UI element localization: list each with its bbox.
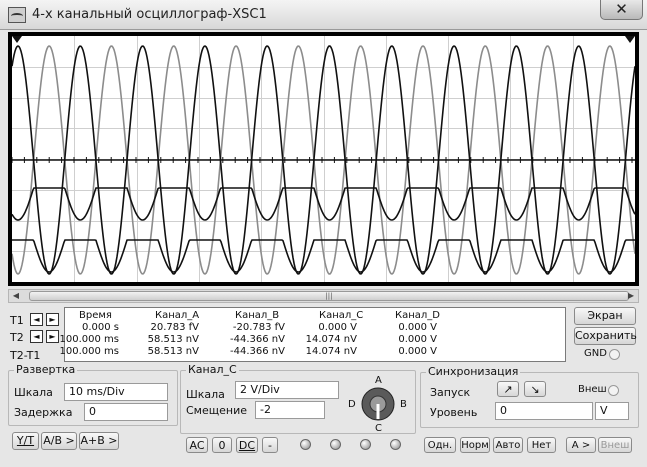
table-cell: 0.000 V — [398, 322, 437, 333]
cursor-readout-table: Время Канал_A Канал_B Канал_C Канал_D 0.… — [60, 307, 566, 362]
channel-terminal-indicator — [300, 439, 311, 450]
yt-mode-button[interactable]: Y/T — [12, 432, 39, 450]
channel-selector-knob-icon[interactable] — [360, 386, 396, 422]
offset-field[interactable]: -2 — [255, 401, 325, 419]
cursor-t1-label: T1 — [10, 314, 24, 327]
column-header-time: Время — [79, 310, 112, 321]
timebase-scale-label: Шкала — [14, 386, 53, 399]
channel-scale-label: Шкала — [186, 388, 225, 401]
close-button[interactable]: ✕ — [600, 0, 643, 20]
offset-label: Смещение — [186, 404, 247, 417]
oscilloscope-icon — [8, 7, 26, 23]
channel-terminal-indicator — [330, 439, 341, 450]
single-mode-button[interactable]: Одн. — [424, 437, 456, 453]
trigger-level-label: Уровень — [430, 406, 478, 419]
table-cell: 14.074 nV — [305, 334, 357, 345]
table-cell: 0.000 V — [398, 346, 437, 357]
scroll-thumb[interactable]: ||| — [29, 291, 629, 301]
column-header-channel-d: Канал_D — [395, 310, 440, 321]
table-cell: 100.000 ms — [59, 346, 119, 357]
oscilloscope-display — [11, 36, 636, 282]
gnd-label: GND — [584, 348, 607, 359]
channel-scale-field[interactable]: 2 V/Div — [235, 381, 339, 399]
falling-edge-button[interactable]: ↘ — [524, 381, 546, 397]
oscilloscope-screen — [11, 36, 636, 282]
grid — [12, 36, 635, 282]
trigger-start-label: Запуск — [430, 386, 471, 399]
normal-mode-button[interactable]: Норм — [460, 437, 490, 453]
cursor-t2-label: T2 — [10, 331, 24, 344]
channel-terminal-indicator — [360, 439, 371, 450]
horizontal-scrollbar[interactable]: ◀ ||| ▶ — [8, 289, 639, 303]
channel-terminal-indicator — [390, 439, 401, 450]
a-plus-b-mode-button[interactable]: A+B > — [79, 432, 119, 450]
gnd-radio[interactable] — [609, 349, 620, 360]
trigger-level-field[interactable]: 0 — [495, 402, 593, 420]
delay-label: Задержка — [14, 406, 73, 419]
delay-field[interactable]: 0 — [84, 403, 168, 421]
cursor-t2-marker-right[interactable] — [625, 36, 635, 43]
timebase-scale-field[interactable]: 10 ms/Div — [64, 383, 168, 401]
ground-coupling-button[interactable]: 0 — [212, 437, 232, 453]
external-trigger-radio[interactable] — [608, 385, 619, 396]
knob-label-c: C — [375, 423, 382, 434]
knob-label-b: B — [400, 399, 407, 410]
window-title: 4-х канальный осциллограф-XSC1 — [32, 7, 267, 22]
trigger-title: Синхронизация — [426, 365, 521, 378]
table-cell: 0.000 V — [398, 334, 437, 345]
knob-label-a: A — [375, 375, 382, 386]
center-axis — [11, 157, 635, 163]
table-cell: 20.783 fV — [150, 322, 199, 333]
save-button[interactable]: Сохранить — [574, 327, 637, 345]
external-trigger-label: Внеш — [578, 384, 607, 395]
column-header-channel-c: Канал_C — [319, 310, 364, 321]
table-cell: 0.000 s — [81, 322, 119, 333]
knob-label-d: D — [348, 399, 356, 410]
scroll-left-icon[interactable]: ◀ — [9, 290, 23, 302]
channel-title: Канал_C — [186, 363, 239, 376]
scroll-right-icon[interactable]: ▶ — [624, 290, 638, 302]
cursor-t1-marker-left[interactable] — [12, 36, 22, 43]
column-header-channel-a: Канал_A — [155, 310, 200, 321]
screen-button[interactable]: Экран — [574, 307, 636, 325]
invert-button[interactable]: - — [262, 437, 278, 453]
trigger-level-unit[interactable]: V — [595, 402, 629, 420]
trace-channel-c — [11, 187, 636, 221]
rising-edge-button[interactable]: ↗ — [497, 381, 519, 397]
table-cell: 14.074 nV — [305, 346, 357, 357]
auto-mode-button[interactable]: Авто — [493, 437, 523, 453]
external-trigger-button[interactable]: Внеш — [598, 437, 632, 453]
column-header-channel-b: Канал_B — [235, 310, 280, 321]
table-cell: 100.000 ms — [59, 334, 119, 345]
none-mode-button[interactable]: Нет — [527, 437, 556, 453]
timebase-title: Развертка — [14, 363, 78, 376]
dc-coupling-button[interactable]: DC — [236, 437, 258, 453]
table-cell: 0.000 V — [318, 322, 357, 333]
ac-coupling-button[interactable]: AC — [186, 437, 208, 453]
ab-mode-button[interactable]: A/B > — [41, 432, 77, 450]
table-cell: 58.513 nV — [147, 346, 199, 357]
table-cell: 58.513 nV — [147, 334, 199, 345]
channel-a-trigger-button[interactable]: A > — [566, 437, 596, 453]
